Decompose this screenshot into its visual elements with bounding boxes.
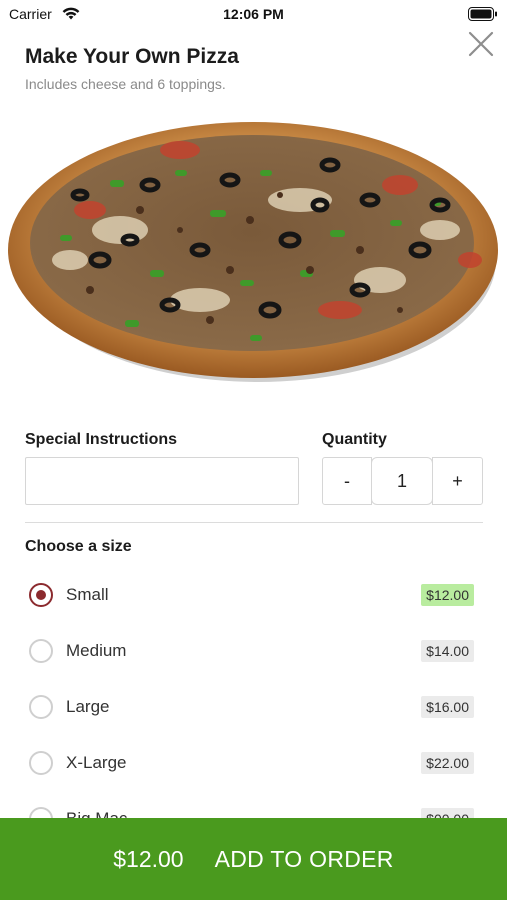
price-badge: $12.00 [421, 584, 474, 606]
special-instructions-label: Special Instructions [25, 431, 178, 448]
status-bar: Carrier 12:06 PM [0, 0, 507, 30]
size-name: X-Large [66, 753, 127, 772]
quantity-label: Quantity [322, 431, 387, 448]
page-subtitle: Includes cheese and 6 toppings. [25, 76, 226, 92]
size-heading: Choose a size [25, 538, 132, 555]
quantity-value: 1 [371, 457, 433, 505]
price-badge: $14.00 [421, 640, 474, 662]
page-title: Make Your Own Pizza [25, 45, 239, 68]
size-name: Medium [66, 641, 127, 660]
size-option-large[interactable]: Large $16.00 [25, 687, 483, 727]
size-name: Small [66, 585, 109, 604]
radio-button[interactable] [29, 695, 53, 719]
section-divider [25, 522, 483, 523]
close-button[interactable] [467, 30, 495, 58]
quantity-increment-button[interactable]: + [432, 457, 483, 505]
add-to-order-label: ADD TO ORDER [214, 845, 394, 872]
radio-button[interactable] [29, 751, 53, 775]
price-badge: $22.00 [421, 752, 474, 774]
size-option-x-large[interactable]: X-Large $22.00 [25, 743, 483, 783]
quantity-decrement-button[interactable]: - [322, 457, 372, 505]
radio-button[interactable] [29, 583, 53, 607]
order-total-price: $12.00 [113, 845, 184, 872]
status-time: 12:06 PM [223, 6, 284, 22]
pizza-image [0, 110, 507, 400]
radio-button[interactable] [29, 639, 53, 663]
size-name: Large [66, 697, 110, 716]
size-option-small[interactable]: Small $12.00 [25, 575, 483, 615]
add-to-order-button[interactable]: $12.00 ADD TO ORDER [0, 818, 507, 900]
size-option-medium[interactable]: Medium $14.00 [25, 631, 483, 671]
close-icon [468, 31, 494, 57]
special-instructions-input[interactable] [25, 457, 299, 505]
price-badge: $16.00 [421, 696, 474, 718]
battery-icon [468, 7, 498, 26]
